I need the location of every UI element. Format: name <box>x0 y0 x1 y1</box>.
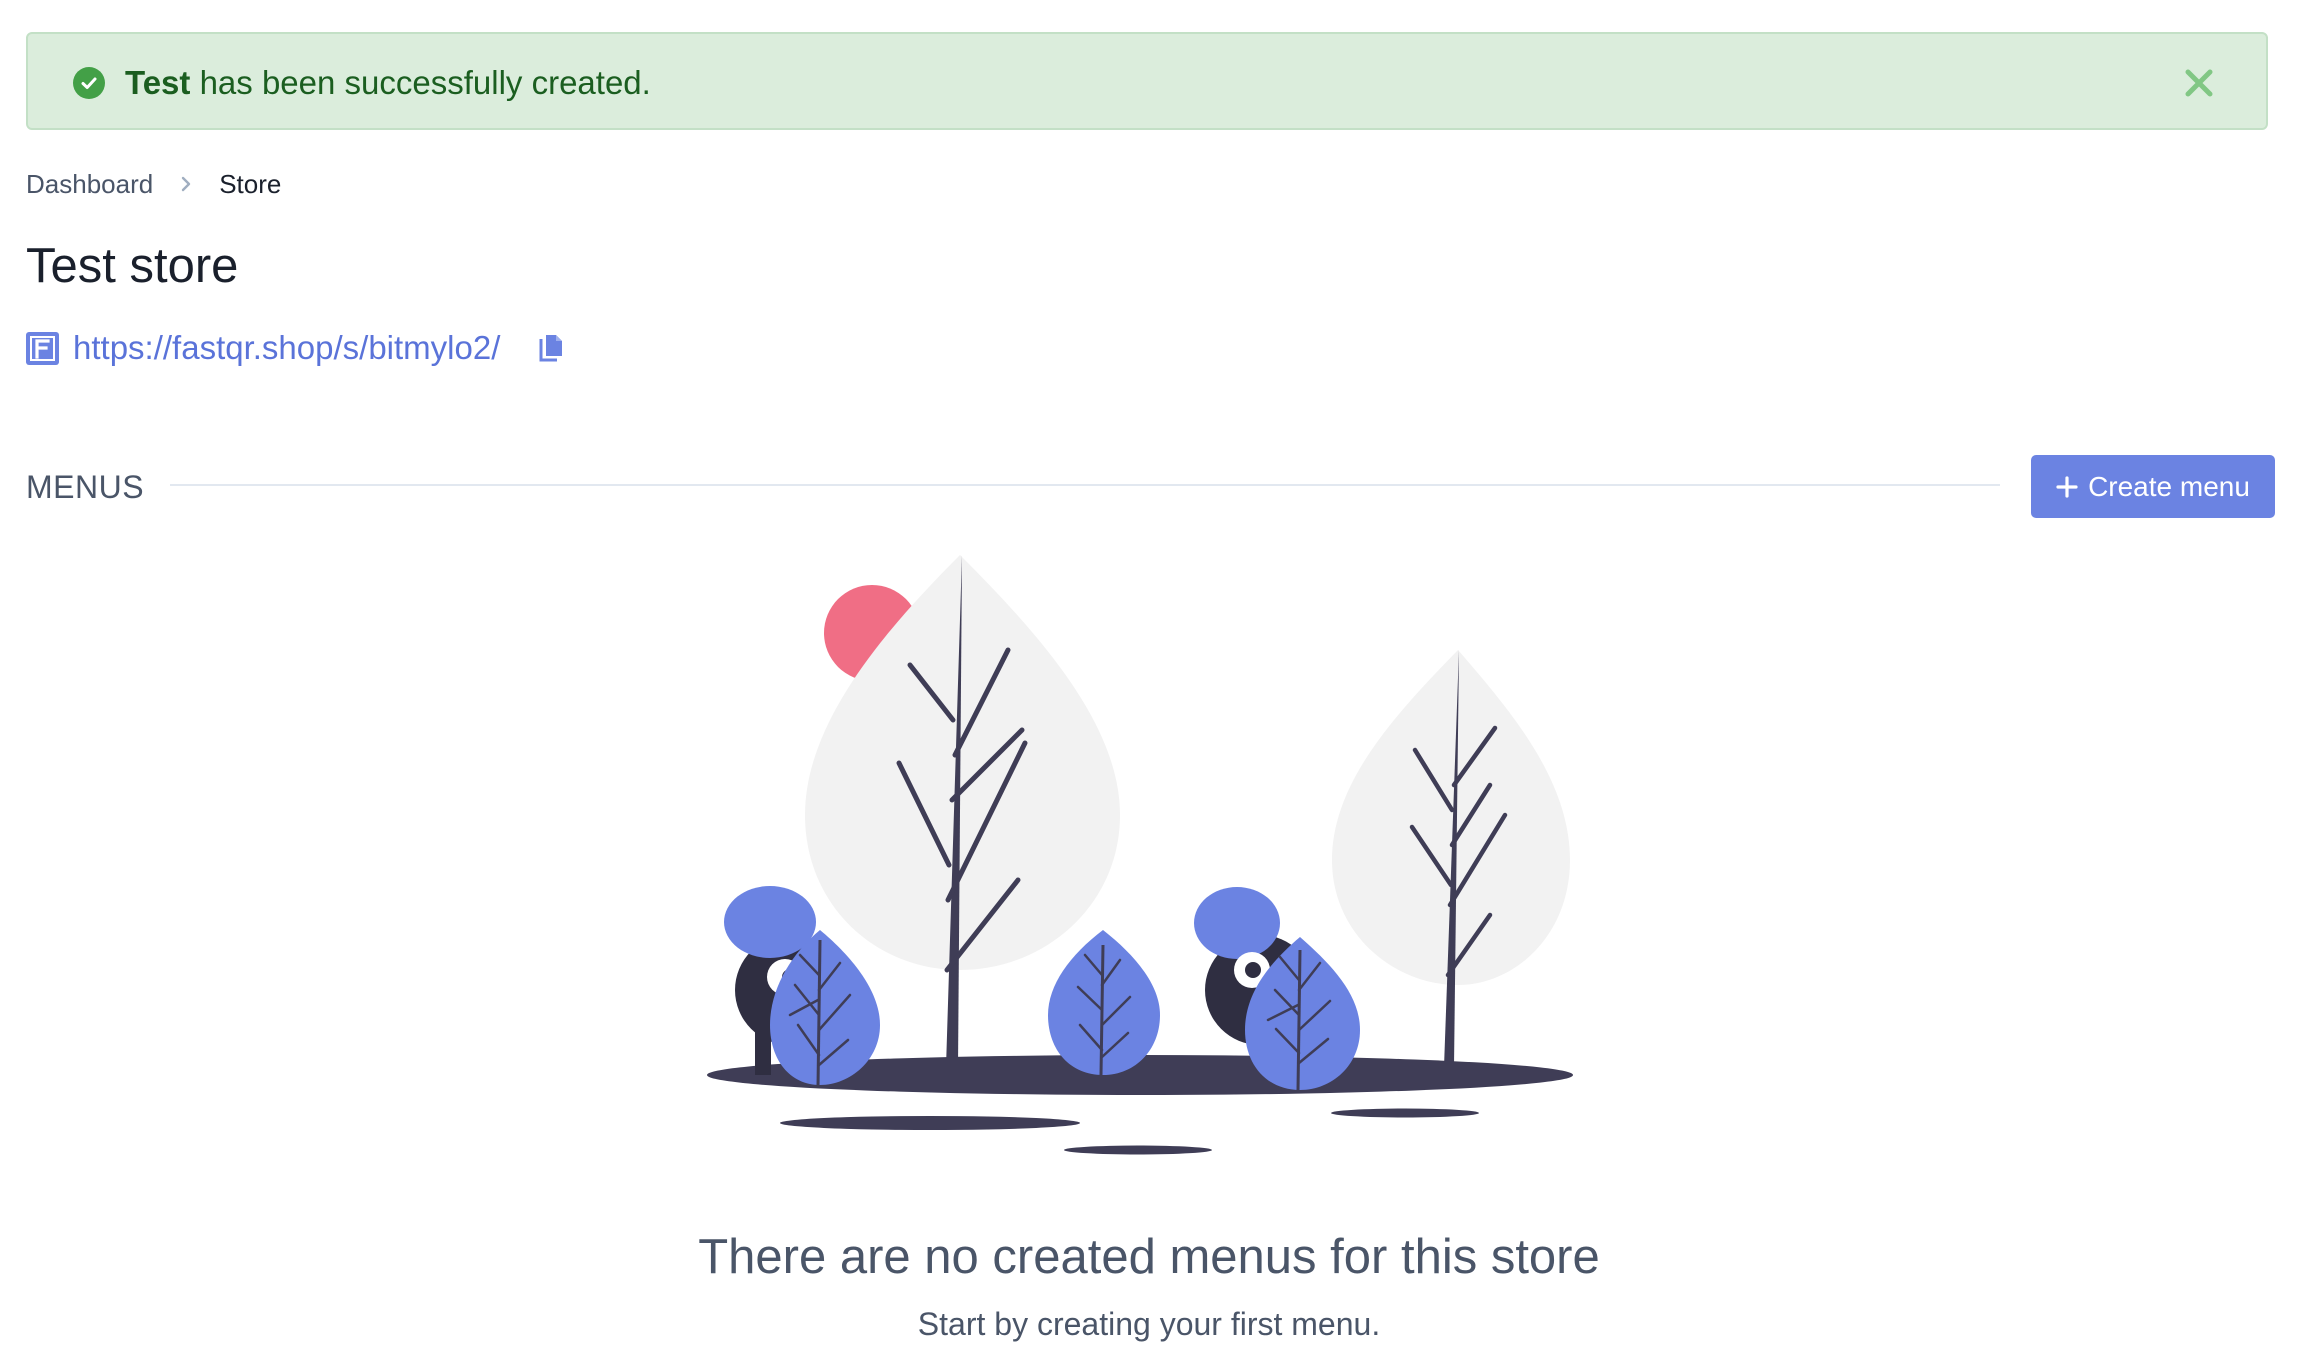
close-icon[interactable] <box>2184 68 2214 98</box>
empty-state-title: There are no created menus for this stor… <box>698 1230 1600 1284</box>
breadcrumb-current: Store <box>219 169 282 199</box>
success-alert: Test has been successfully created. <box>26 32 2268 130</box>
alert-message-text: has been successfully created. <box>190 64 651 101</box>
store-url-row: https://fastqr.shop/s/bitmylo2/ <box>26 328 566 368</box>
alert-message: Test has been successfully created. <box>125 63 651 103</box>
breadcrumb-dashboard-link[interactable]: Dashboard <box>26 166 153 202</box>
menus-section-title: MENUS <box>26 469 145 505</box>
page-title: Test store <box>26 239 239 293</box>
copy-icon[interactable] <box>536 331 566 365</box>
alert-strong-text: Test <box>125 64 191 101</box>
store-url-link[interactable]: https://fastqr.shop/s/bitmylo2/ <box>73 328 500 368</box>
create-menu-button[interactable]: Create menu <box>2031 455 2275 518</box>
empty-forest-illustration <box>700 545 1600 1170</box>
fastqr-logo-icon <box>26 331 59 365</box>
check-circle-icon <box>73 67 105 99</box>
plus-icon <box>2056 475 2078 498</box>
create-menu-label: Create menu <box>2088 470 2250 502</box>
empty-state-subtitle: Start by creating your first menu. <box>917 1306 1381 1342</box>
chevron-right-icon <box>179 176 193 192</box>
store-page: Test has been successfully created. Dash… <box>0 0 2298 1368</box>
breadcrumb: Dashboard Store <box>26 166 281 202</box>
section-divider <box>170 484 2000 486</box>
